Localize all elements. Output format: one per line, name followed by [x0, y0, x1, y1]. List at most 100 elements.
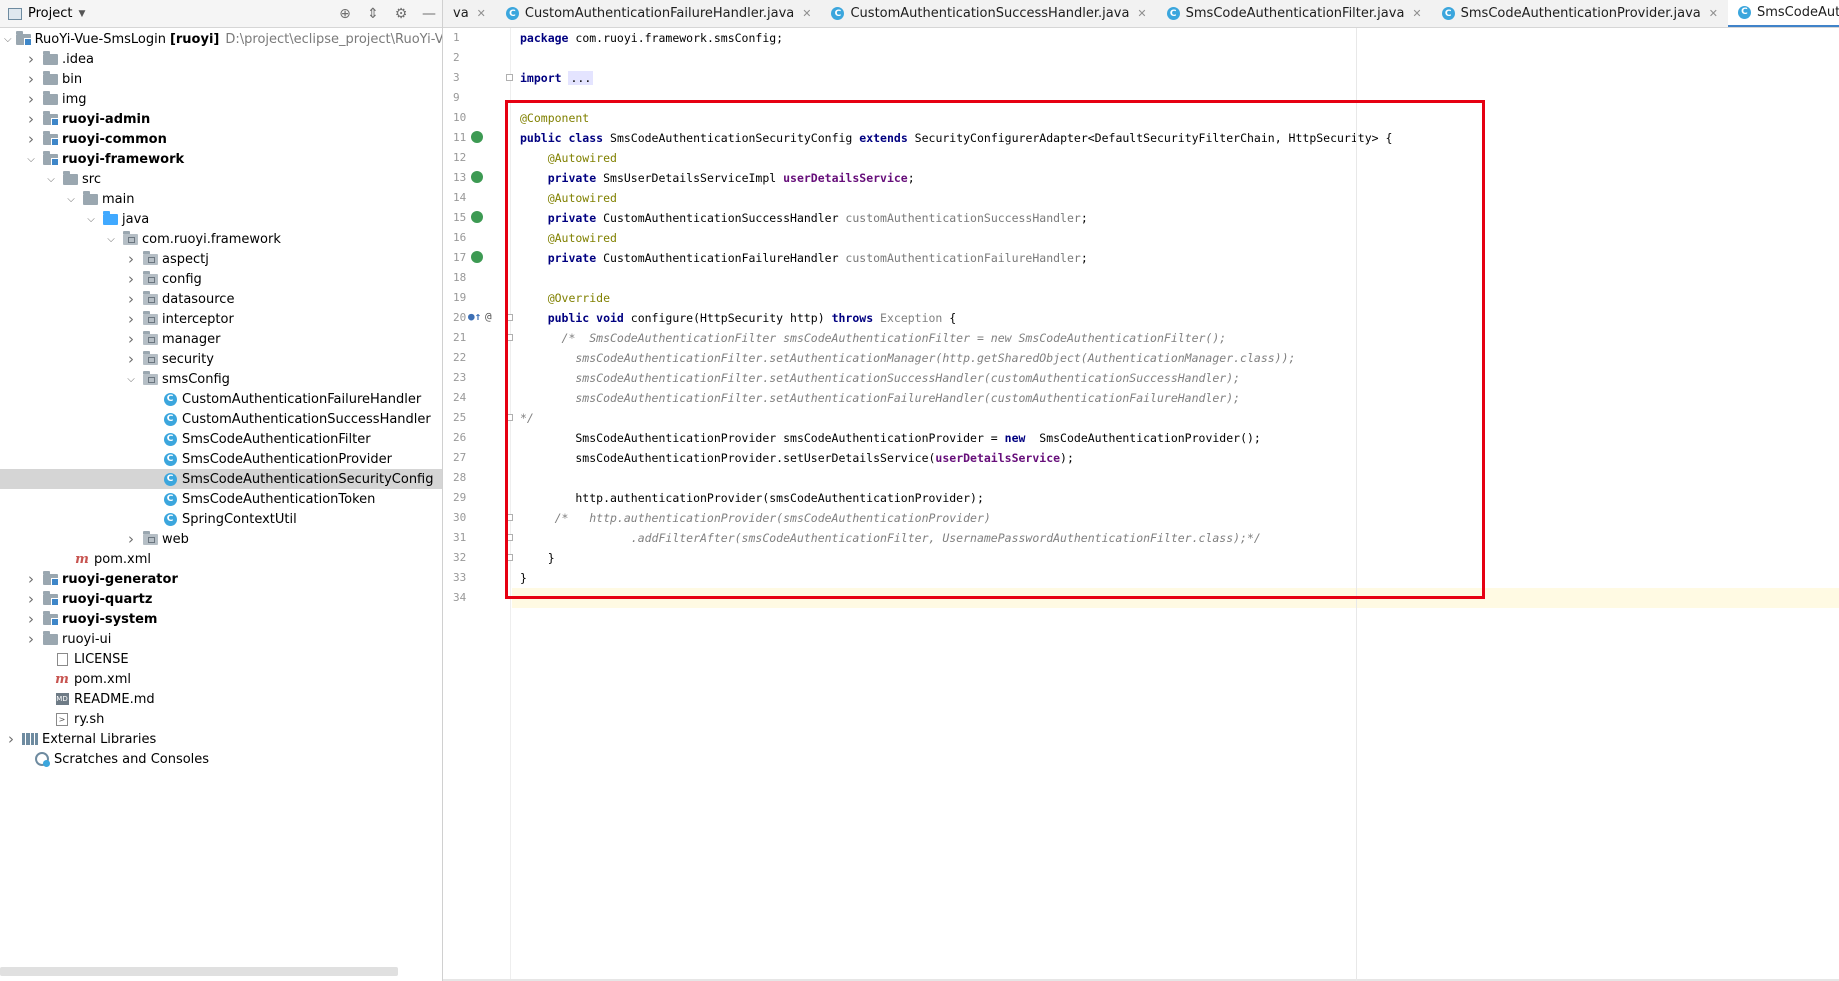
- expand-down-icon[interactable]: ⌵: [24, 149, 38, 169]
- tree-item[interactable]: C CustomAuthenticationSuccessHandler: [0, 409, 442, 429]
- tree-item[interactable]: C SmsCodeAuthenticationToken: [0, 489, 442, 509]
- tree-item[interactable]: › ruoyi-ui: [0, 629, 442, 649]
- expand-right-icon[interactable]: ›: [24, 49, 38, 69]
- expand-right-icon[interactable]: ›: [24, 609, 38, 629]
- tree-item[interactable]: C SmsCodeAuthenticationProvider: [0, 449, 442, 469]
- expand-right-icon[interactable]: ›: [124, 269, 138, 289]
- tree-item[interactable]: LICENSE: [0, 649, 442, 669]
- tree-item[interactable]: MD README.md: [0, 689, 442, 709]
- expand-down-icon[interactable]: ⌵: [44, 169, 58, 189]
- tree-item[interactable]: C SmsCodeAuthenticationFilter: [0, 429, 442, 449]
- expand-right-icon[interactable]: ›: [24, 109, 38, 129]
- code-line[interactable]: private CustomAuthenticationFailureHandl…: [512, 248, 1839, 268]
- tree-item[interactable]: ⌵ smsConfig: [0, 369, 442, 389]
- tree-item[interactable]: ⌵ main: [0, 189, 442, 209]
- tree-item[interactable]: › manager: [0, 329, 442, 349]
- code-line[interactable]: package com.ruoyi.framework.smsConfig;: [512, 28, 1839, 48]
- tree-item[interactable]: > ry.sh: [0, 709, 442, 729]
- code-line[interactable]: [512, 48, 1839, 68]
- tree-item[interactable]: ⌵ src: [0, 169, 442, 189]
- code-line[interactable]: smsCodeAuthenticationFilter.setAuthentic…: [512, 368, 1839, 388]
- bean-icon[interactable]: [471, 131, 483, 143]
- code-line[interactable]: smsCodeAuthenticationFilter.setAuthentic…: [512, 388, 1839, 408]
- expand-down-icon[interactable]: ⌵: [4, 29, 12, 49]
- close-icon[interactable]: ✕: [802, 7, 811, 20]
- expand-down-icon[interactable]: ⌵: [104, 229, 118, 249]
- bean-icon[interactable]: [471, 171, 483, 183]
- code-line[interactable]: }: [512, 548, 1839, 568]
- tree-item[interactable]: m pom.xml: [0, 549, 442, 569]
- hide-icon[interactable]: —: [418, 3, 440, 25]
- tree-item[interactable]: Scratches and Consoles: [0, 749, 442, 769]
- code-line[interactable]: /* SmsCodeAuthenticationFilter smsCodeAu…: [512, 328, 1839, 348]
- code-line[interactable]: @Component: [512, 108, 1839, 128]
- code-line[interactable]: smsCodeAuthenticationProvider.setUserDet…: [512, 448, 1839, 468]
- expand-right-icon[interactable]: ›: [124, 249, 138, 269]
- expand-right-icon[interactable]: ›: [24, 69, 38, 89]
- tree-item[interactable]: › ruoyi-system: [0, 609, 442, 629]
- bean-icon[interactable]: [471, 211, 483, 223]
- tree-item[interactable]: › datasource: [0, 289, 442, 309]
- editor-tab[interactable]: C SmsCodeAuthenticationProvider.java ✕: [1432, 0, 1728, 27]
- code-line[interactable]: @Autowired: [512, 188, 1839, 208]
- code-area[interactable]: package com.ruoyi.framework.smsConfig; im…: [512, 28, 1839, 981]
- tree-item[interactable]: ⌵ java: [0, 209, 442, 229]
- expand-down-icon[interactable]: ⌵: [124, 369, 138, 389]
- code-line[interactable]: SmsCodeAuthenticationProvider smsCodeAut…: [512, 428, 1839, 448]
- tree-item[interactable]: › img: [0, 89, 442, 109]
- code-line[interactable]: private CustomAuthenticationSuccessHandl…: [512, 208, 1839, 228]
- horizontal-scrollbar[interactable]: [0, 967, 398, 976]
- code-line[interactable]: [512, 588, 1839, 608]
- close-icon[interactable]: ✕: [1137, 7, 1146, 20]
- close-icon[interactable]: ✕: [477, 7, 486, 20]
- tree-item[interactable]: › web: [0, 529, 442, 549]
- code-line[interactable]: [512, 468, 1839, 488]
- code-line[interactable]: }: [512, 568, 1839, 588]
- editor-tab[interactable]: C SmsCodeAuthenticationSecurityConfig.jav…: [1727, 0, 1839, 27]
- code-line[interactable]: .addFilterAfter(smsCodeAuthenticationFil…: [512, 528, 1839, 548]
- code-line[interactable]: public void configure(HttpSecurity http)…: [512, 308, 1839, 328]
- close-icon[interactable]: ✕: [1412, 7, 1421, 20]
- tree-item[interactable]: ⌵ RuoYi-Vue-SmsLogin [ruoyi] D:\project\ecl…: [0, 29, 442, 49]
- override-icon[interactable]: ●↑: [468, 310, 481, 323]
- expand-right-icon[interactable]: ›: [24, 569, 38, 589]
- editor-tab[interactable]: C SmsCodeAuthenticationFilter.java ✕: [1157, 0, 1432, 27]
- expand-down-icon[interactable]: ⌵: [64, 189, 78, 209]
- code-line[interactable]: @Override: [512, 288, 1839, 308]
- expand-right-icon[interactable]: ›: [124, 349, 138, 369]
- tree-item[interactable]: › interceptor: [0, 309, 442, 329]
- tree-item[interactable]: C CustomAuthenticationFailureHandler: [0, 389, 442, 409]
- tree-item[interactable]: › config: [0, 269, 442, 289]
- expand-down-icon[interactable]: ⌵: [84, 209, 98, 229]
- expand-right-icon[interactable]: ›: [124, 289, 138, 309]
- code-line[interactable]: */: [512, 408, 1839, 428]
- expand-right-icon[interactable]: ›: [4, 729, 18, 749]
- tree-item[interactable]: C SpringContextUtil: [0, 509, 442, 529]
- code-line[interactable]: import ...: [512, 68, 1839, 88]
- code-line[interactable]: @Autowired: [512, 148, 1839, 168]
- tree-item[interactable]: › security: [0, 349, 442, 369]
- tree-item[interactable]: ⌵ com.ruoyi.framework: [0, 229, 442, 249]
- tree-item[interactable]: m pom.xml: [0, 669, 442, 689]
- code-line[interactable]: [512, 88, 1839, 108]
- locate-icon[interactable]: ⊕: [334, 3, 356, 25]
- editor-tab[interactable]: va ✕: [443, 0, 496, 27]
- expand-right-icon[interactable]: ›: [124, 329, 138, 349]
- code-line[interactable]: http.authenticationProvider(smsCodeAuthe…: [512, 488, 1839, 508]
- tree-item[interactable]: › aspectj: [0, 249, 442, 269]
- editor-tab[interactable]: C CustomAuthenticationSuccessHandler.java…: [821, 0, 1156, 27]
- tree-item[interactable]: › ruoyi-generator: [0, 569, 442, 589]
- expand-right-icon[interactable]: ›: [24, 89, 38, 109]
- expand-right-icon[interactable]: ›: [124, 309, 138, 329]
- tree-item[interactable]: › ruoyi-quartz: [0, 589, 442, 609]
- close-icon[interactable]: ✕: [1709, 7, 1718, 20]
- annotation-icon[interactable]: @: [485, 310, 492, 323]
- expand-right-icon[interactable]: ›: [24, 129, 38, 149]
- project-view-selector[interactable]: Project ▼: [8, 6, 85, 21]
- tree-item[interactable]: ⌵ ruoyi-framework: [0, 149, 442, 169]
- tree-item[interactable]: › ruoyi-common: [0, 129, 442, 149]
- tree-item[interactable]: › External Libraries: [0, 729, 442, 749]
- code-line[interactable]: smsCodeAuthenticationFilter.setAuthentic…: [512, 348, 1839, 368]
- gear-icon[interactable]: ⚙: [390, 3, 412, 25]
- code-line[interactable]: public class SmsCodeAuthenticationSecuri…: [512, 128, 1839, 148]
